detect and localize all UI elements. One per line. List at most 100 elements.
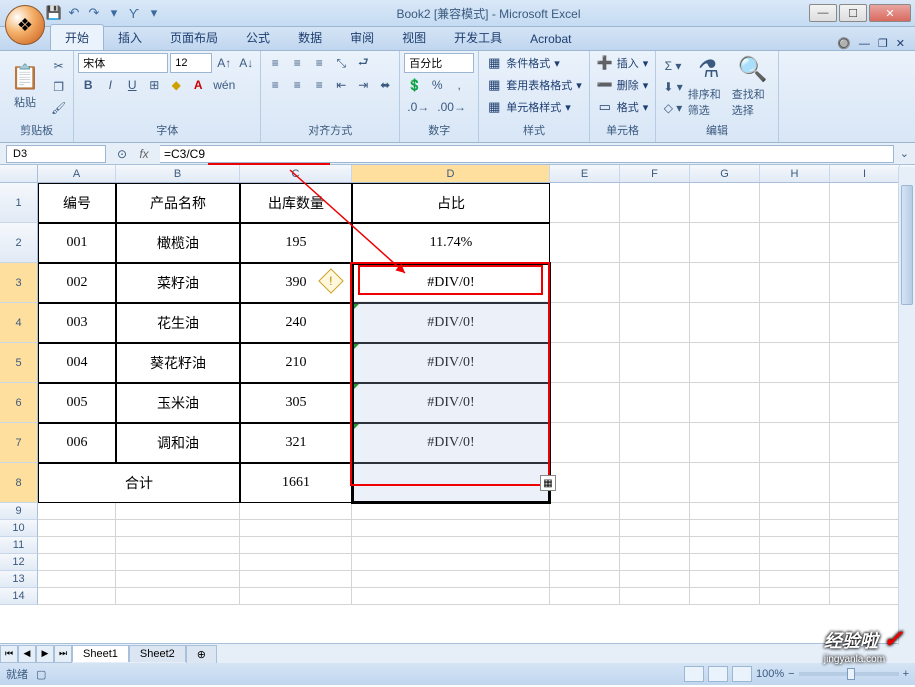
tab-home[interactable]: 开始	[50, 24, 104, 50]
percent-icon[interactable]: %	[427, 75, 447, 95]
cell[interactable]	[620, 554, 690, 571]
row-header[interactable]: 14	[0, 588, 38, 605]
tab-insert[interactable]: 插入	[104, 25, 156, 50]
cell[interactable]	[620, 343, 690, 383]
cell[interactable]	[620, 571, 690, 588]
page-layout-view-button[interactable]	[708, 666, 728, 682]
undo-icon[interactable]: ↶	[65, 4, 83, 22]
table-cell[interactable]: 合计	[38, 463, 240, 503]
cell[interactable]	[690, 520, 760, 537]
cell[interactable]	[38, 503, 116, 520]
cell[interactable]	[550, 588, 620, 605]
cell[interactable]	[550, 423, 620, 463]
cell[interactable]	[760, 503, 830, 520]
table-cell[interactable]: 001	[38, 223, 116, 263]
italic-button[interactable]: I	[100, 75, 120, 95]
cell[interactable]	[352, 588, 550, 605]
cell[interactable]	[240, 571, 352, 588]
format-cells-button[interactable]: ▭格式 ▾	[594, 97, 652, 117]
format-painter-icon[interactable]: 🖌	[48, 98, 69, 118]
cell[interactable]	[550, 554, 620, 571]
zoom-out-button[interactable]: −	[788, 668, 794, 680]
cell[interactable]	[690, 383, 760, 423]
row-header[interactable]: 5	[0, 343, 38, 383]
cell[interactable]	[620, 383, 690, 423]
cell[interactable]	[760, 554, 830, 571]
wrap-text-icon[interactable]: ⮐	[353, 53, 373, 73]
cell[interactable]	[116, 503, 240, 520]
autofill-options-icon[interactable]: ▦	[540, 475, 556, 491]
cell[interactable]	[760, 588, 830, 605]
number-format-combo[interactable]: 百分比	[404, 53, 474, 73]
cell[interactable]	[38, 537, 116, 554]
cell[interactable]	[830, 423, 900, 463]
cell-styles-button[interactable]: ▦单元格样式 ▾	[483, 97, 585, 117]
cell[interactable]	[830, 571, 900, 588]
close-button[interactable]: ✕	[869, 4, 911, 22]
cell[interactable]	[690, 571, 760, 588]
table-cell[interactable]: 葵花籽油	[116, 343, 240, 383]
table-cell[interactable]: 240	[240, 303, 352, 343]
tab-acrobat[interactable]: Acrobat	[516, 28, 585, 50]
row-header[interactable]: 3	[0, 263, 38, 303]
cell[interactable]	[550, 383, 620, 423]
increase-font-icon[interactable]: A↑	[214, 53, 234, 73]
align-bottom-icon[interactable]: ≡	[309, 53, 329, 73]
table-cell[interactable]: 195	[240, 223, 352, 263]
cell[interactable]	[830, 383, 900, 423]
align-middle-icon[interactable]: ≡	[287, 53, 307, 73]
cell[interactable]	[38, 571, 116, 588]
cell[interactable]	[550, 303, 620, 343]
cell[interactable]	[830, 223, 900, 263]
cell[interactable]	[620, 303, 690, 343]
cell[interactable]	[620, 537, 690, 554]
format-as-table-button[interactable]: ▦套用表格格式 ▾	[483, 75, 585, 95]
cell[interactable]	[830, 588, 900, 605]
autosum-icon[interactable]: Σ ▾	[660, 56, 685, 76]
table-cell[interactable]: 006	[38, 423, 116, 463]
cell[interactable]	[760, 343, 830, 383]
column-header[interactable]: F	[620, 165, 690, 182]
save-icon[interactable]: 💾	[45, 4, 63, 22]
row-header[interactable]: 2	[0, 223, 38, 263]
delete-cells-button[interactable]: ➖删除 ▾	[594, 75, 652, 95]
restore-window-icon[interactable]: ❐	[878, 37, 888, 50]
fill-icon[interactable]: ⬇ ▾	[660, 77, 685, 97]
cell[interactable]	[550, 263, 620, 303]
row-header[interactable]: 12	[0, 554, 38, 571]
row-header[interactable]: 6	[0, 383, 38, 423]
sheet-nav-last[interactable]: ⏭	[54, 645, 72, 663]
cell[interactable]	[550, 343, 620, 383]
cell[interactable]	[38, 588, 116, 605]
cell[interactable]	[352, 520, 550, 537]
tab-formulas[interactable]: 公式	[232, 25, 284, 50]
cancel-formula-icon[interactable]: ⊙	[112, 144, 132, 164]
table-cell[interactable]: 菜籽油	[116, 263, 240, 303]
cell[interactable]	[830, 537, 900, 554]
cell[interactable]	[240, 588, 352, 605]
cell[interactable]	[352, 503, 550, 520]
cell[interactable]	[760, 463, 830, 503]
cell[interactable]	[38, 520, 116, 537]
sheet-tab-1[interactable]: Sheet1	[72, 645, 129, 662]
conditional-format-button[interactable]: ▦条件格式 ▾	[483, 53, 585, 73]
table-cell[interactable]: 210	[240, 343, 352, 383]
cell[interactable]	[760, 423, 830, 463]
cell[interactable]	[760, 183, 830, 223]
row-header[interactable]: 8	[0, 463, 38, 503]
cell[interactable]	[352, 571, 550, 588]
cell[interactable]	[690, 463, 760, 503]
cell[interactable]	[116, 554, 240, 571]
cell[interactable]	[550, 223, 620, 263]
cell[interactable]	[690, 223, 760, 263]
cell[interactable]	[116, 537, 240, 554]
tab-view[interactable]: 视图	[388, 25, 440, 50]
sheet-nav-prev[interactable]: ◀	[18, 645, 36, 663]
cell[interactable]	[620, 263, 690, 303]
cell[interactable]	[690, 263, 760, 303]
fx-icon[interactable]: fx	[134, 144, 154, 164]
cell[interactable]	[550, 183, 620, 223]
select-all-corner[interactable]	[0, 165, 38, 182]
minimize-ribbon-icon[interactable]: —	[859, 38, 870, 50]
cell[interactable]	[830, 343, 900, 383]
